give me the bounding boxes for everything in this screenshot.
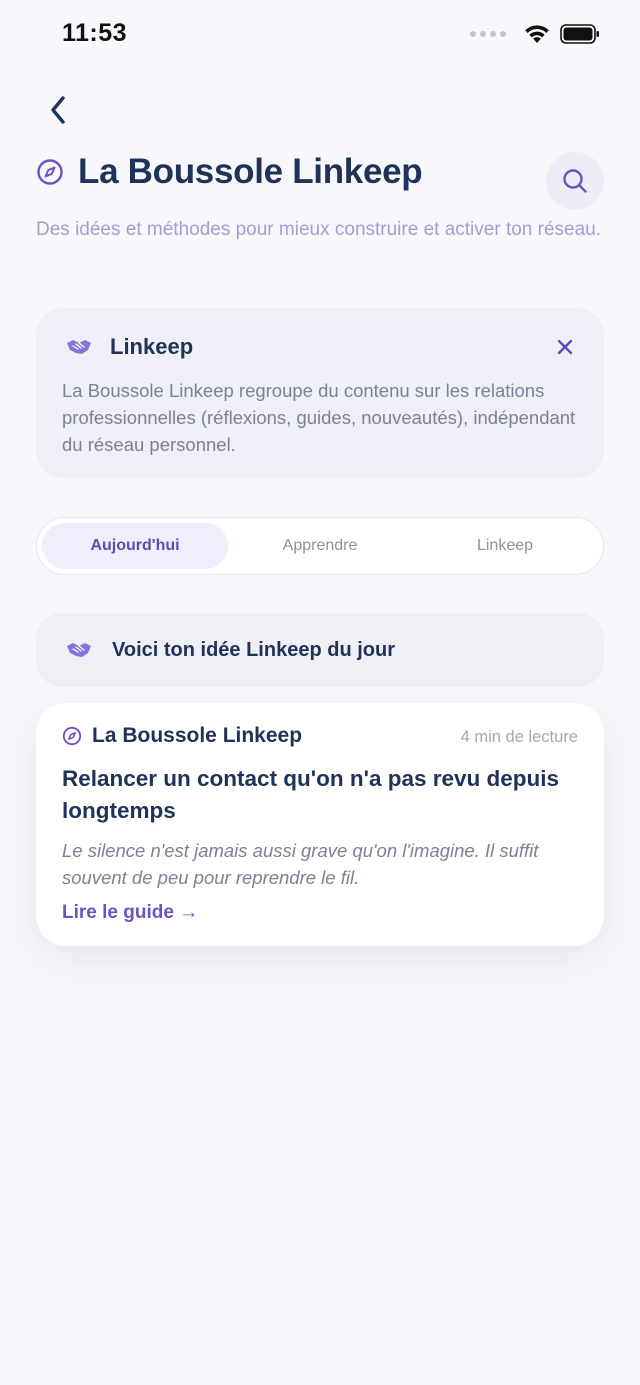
back-chevron-icon bbox=[51, 96, 65, 124]
tab-apprendre[interactable]: Apprendre bbox=[227, 523, 413, 569]
signal-dots-icon bbox=[470, 31, 506, 37]
page-header: La Boussole Linkeep bbox=[36, 152, 423, 192]
info-card-body: La Boussole Linkeep regroupe du contenu … bbox=[62, 380, 576, 455]
segmented-tabs: Aujourd'hui Apprendre Linkeep bbox=[36, 517, 604, 575]
article-title: Relancer un contact qu'on n'a pas revu d… bbox=[62, 766, 560, 823]
daily-idea-banner: Voici ton idée Linkeep du jour bbox=[36, 613, 604, 687]
read-guide-link[interactable]: Lire le guide → bbox=[62, 902, 198, 924]
tab-aujourdhui[interactable]: Aujourd'hui bbox=[42, 523, 228, 569]
compass-icon bbox=[62, 726, 82, 746]
info-card-header: Linkeep bbox=[66, 334, 193, 360]
info-card-title: Linkeep bbox=[110, 334, 194, 359]
page-subtitle: Des idées et méthodes pour mieux constru… bbox=[36, 219, 602, 240]
daily-idea-label: Voici ton idée Linkeep du jour bbox=[112, 638, 395, 661]
page-title: La Boussole Linkeep bbox=[78, 152, 423, 191]
info-card: Linkeep La Boussole Linkeep regroupe du … bbox=[36, 308, 604, 478]
search-button[interactable] bbox=[546, 152, 604, 210]
wifi-icon bbox=[525, 25, 549, 43]
close-button[interactable] bbox=[552, 334, 578, 360]
handshake-icon bbox=[67, 340, 91, 354]
tab-linkeep[interactable]: Linkeep bbox=[412, 523, 598, 569]
search-icon bbox=[563, 169, 587, 193]
article-source: La Boussole Linkeep bbox=[62, 724, 302, 748]
article-excerpt: Le silence n'est jamais aussi grave qu'o… bbox=[62, 840, 539, 888]
close-icon bbox=[557, 339, 573, 355]
article-card[interactable]: La Boussole Linkeep 4 min de lecture Rel… bbox=[36, 703, 604, 946]
compass-icon bbox=[37, 159, 63, 185]
battery-icon bbox=[560, 24, 599, 44]
back-button[interactable] bbox=[36, 88, 80, 132]
handshake-icon bbox=[67, 643, 91, 657]
status-indicators bbox=[470, 24, 600, 44]
status-time: 11:53 bbox=[62, 19, 128, 47]
article-source-label: La Boussole Linkeep bbox=[92, 724, 303, 747]
read-time: 4 min de lecture bbox=[460, 728, 578, 746]
